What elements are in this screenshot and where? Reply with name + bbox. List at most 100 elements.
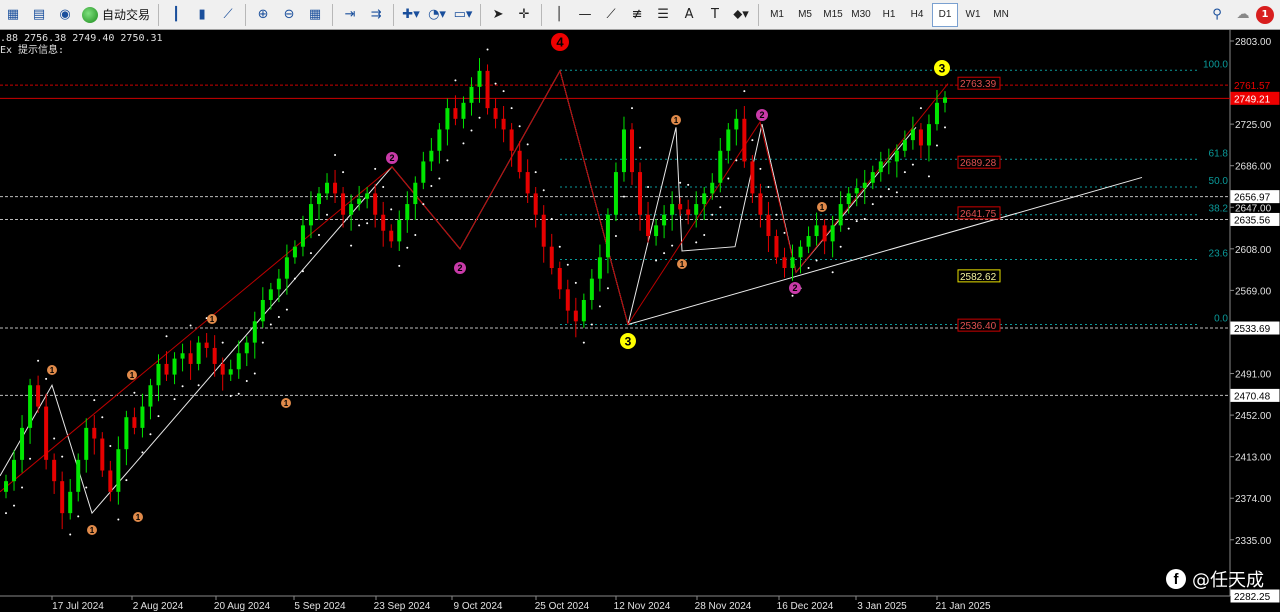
date-label: 20 Aug 2024 bbox=[214, 601, 271, 612]
equidistant-channel-icon[interactable]: ≢ bbox=[625, 3, 649, 27]
candle-body bbox=[108, 470, 113, 492]
sar-dot bbox=[173, 398, 176, 401]
candle-body bbox=[28, 385, 33, 428]
price-tag-label: 2282.25 bbox=[1234, 592, 1271, 603]
bar-chart-icon[interactable]: ┃ bbox=[164, 3, 188, 27]
sar-dot bbox=[454, 79, 457, 82]
crosshair-icon[interactable]: ✛ bbox=[512, 3, 536, 27]
zoom-in-icon[interactable]: ⊕ bbox=[251, 3, 275, 27]
sar-dot bbox=[727, 177, 730, 180]
candle-body bbox=[397, 220, 402, 242]
tf-m5[interactable]: M5 bbox=[792, 3, 818, 27]
autotrade-button[interactable]: 自动交易 bbox=[78, 6, 154, 23]
tile-windows-icon[interactable]: ▦ bbox=[303, 3, 327, 27]
indicators-icon[interactable]: ✚▾ bbox=[399, 3, 423, 27]
wave-label-text: 4 bbox=[556, 35, 564, 50]
wave-label-text: 1 bbox=[136, 513, 141, 522]
vertical-line-icon[interactable]: │ bbox=[547, 3, 571, 27]
tf-m1[interactable]: M1 bbox=[764, 3, 790, 27]
candle-body bbox=[509, 129, 514, 151]
horizontal-line-icon[interactable]: — bbox=[573, 3, 597, 27]
sar-dot bbox=[911, 163, 914, 166]
autoscroll-icon[interactable]: ⇉ bbox=[364, 3, 388, 27]
candle-body bbox=[782, 257, 787, 269]
line-chart-icon[interactable]: ⟋ bbox=[216, 3, 240, 27]
candle-body bbox=[325, 182, 330, 194]
wave-label-text: 1 bbox=[210, 315, 215, 324]
candle-body bbox=[244, 342, 249, 354]
price-chart[interactable]: 100.0 61.8 50.0 38.2 23.6 0.0 2803.00 2725.00 26… bbox=[0, 30, 1280, 612]
tf-h1[interactable]: H1 bbox=[876, 3, 902, 27]
toolbar-divider bbox=[480, 3, 482, 26]
sar-dot bbox=[245, 379, 248, 382]
date-label: 2 Aug 2024 bbox=[133, 601, 184, 612]
templates-icon[interactable]: ▭▾ bbox=[451, 3, 475, 27]
sar-dot bbox=[93, 399, 96, 402]
sar-dot bbox=[542, 189, 545, 192]
sar-dot bbox=[871, 203, 874, 206]
new-chart-icon[interactable]: ▦ bbox=[1, 3, 25, 27]
candle-body bbox=[220, 363, 225, 375]
candle-body bbox=[429, 150, 434, 162]
candle-body bbox=[292, 246, 297, 258]
candle-body bbox=[846, 193, 851, 205]
profiles-icon[interactable]: ▤ bbox=[27, 3, 51, 27]
chat-icon[interactable]: ☁ bbox=[1231, 3, 1255, 27]
trendline-icon[interactable]: ⟋ bbox=[599, 3, 623, 27]
sar-dot bbox=[261, 341, 264, 344]
sar-dot bbox=[935, 144, 938, 147]
price-tick-label: 2608.00 bbox=[1235, 245, 1272, 256]
candle-body bbox=[132, 417, 137, 428]
text-icon[interactable]: A bbox=[677, 3, 701, 27]
candle-body bbox=[597, 257, 602, 279]
search-icon[interactable]: ⚲ bbox=[1205, 3, 1229, 27]
sar-dot bbox=[486, 48, 489, 51]
periods-icon[interactable]: ◔▾ bbox=[425, 3, 449, 27]
candle-body bbox=[533, 193, 538, 215]
candle-body bbox=[718, 150, 723, 183]
cursor-icon[interactable]: ➤ bbox=[486, 3, 510, 27]
tf-m15[interactable]: M15 bbox=[820, 3, 846, 27]
fib-tag-label: 2536.40 bbox=[960, 321, 997, 332]
sar-dot bbox=[125, 479, 128, 482]
notification-badge[interactable]: 1 bbox=[1256, 5, 1274, 24]
chart-shift-icon[interactable]: ⇥ bbox=[338, 3, 362, 27]
wave-label-text: 1 bbox=[820, 203, 825, 212]
sar-dot bbox=[29, 457, 32, 460]
sar-dot bbox=[101, 416, 104, 419]
tf-h4[interactable]: H4 bbox=[904, 3, 930, 27]
sar-dot bbox=[37, 359, 40, 362]
fibonacci-icon[interactable]: ☰ bbox=[651, 3, 675, 27]
wave-label-text: 1 bbox=[674, 116, 679, 125]
candle-body bbox=[702, 193, 707, 205]
candle-body bbox=[943, 97, 947, 103]
text-label-icon[interactable]: T bbox=[703, 3, 727, 27]
sar-dot bbox=[590, 323, 593, 326]
sar-dot bbox=[735, 159, 738, 162]
tf-d1[interactable]: D1 bbox=[932, 2, 959, 27]
metaeditor-icon[interactable]: ◉ bbox=[53, 3, 77, 27]
date-label: 9 Oct 2024 bbox=[454, 601, 503, 612]
tf-m30[interactable]: M30 bbox=[848, 3, 874, 27]
candle-body bbox=[838, 204, 843, 226]
candlestick-icon[interactable]: ▮ bbox=[190, 3, 214, 27]
candle-body bbox=[284, 257, 289, 279]
autotrade-label: 自动交易 bbox=[102, 8, 151, 22]
sar-dot bbox=[69, 533, 72, 536]
zoom-out-icon[interactable]: ⊖ bbox=[277, 3, 301, 27]
candle-body bbox=[421, 161, 426, 183]
candle-body bbox=[212, 347, 217, 364]
sar-dot bbox=[85, 486, 88, 489]
wave-label-text: 2 bbox=[759, 110, 764, 120]
arrows-icon[interactable]: ⬥▾ bbox=[729, 3, 753, 27]
price-tag-label: 2635.56 bbox=[1234, 215, 1271, 226]
sar-dot bbox=[622, 195, 625, 198]
tf-mn[interactable]: MN bbox=[988, 3, 1014, 27]
sar-dot bbox=[518, 125, 521, 128]
sar-dot bbox=[149, 433, 152, 436]
candle-body bbox=[621, 129, 626, 173]
sar-dot bbox=[743, 90, 746, 93]
sar-dot bbox=[791, 294, 794, 297]
sar-dot bbox=[703, 233, 706, 236]
tf-w1[interactable]: W1 bbox=[960, 3, 986, 27]
